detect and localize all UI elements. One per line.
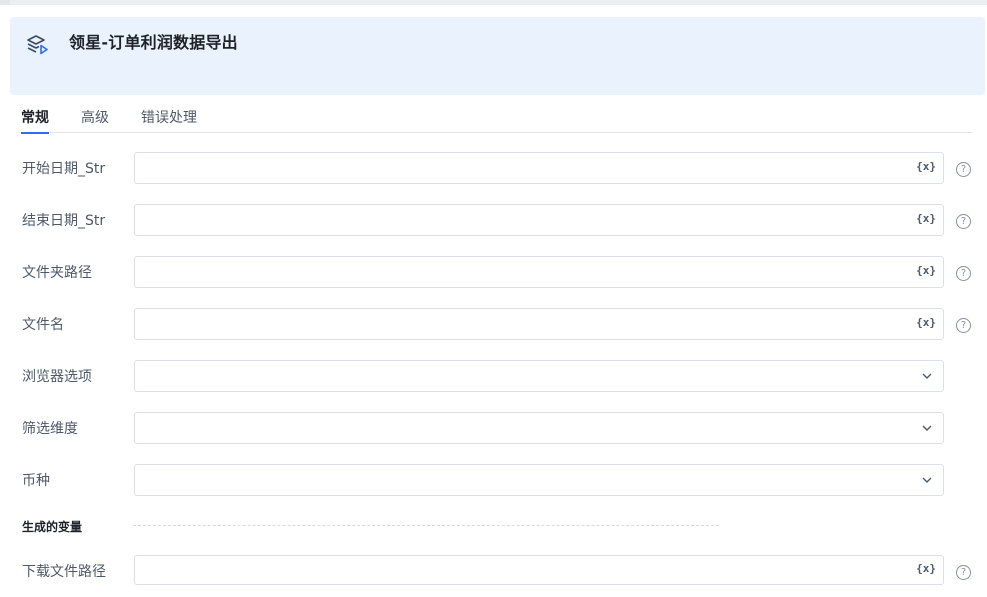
chevron-down-icon: [922, 425, 932, 431]
browser-option-label: 浏览器选项: [22, 369, 92, 385]
chevron-down-icon: [922, 373, 932, 379]
end-date-input[interactable]: {x}: [134, 204, 944, 236]
tab-advanced[interactable]: 高级: [81, 107, 109, 133]
download-path-label: 下载文件路径: [22, 564, 106, 580]
help-icon[interactable]: ?: [956, 565, 971, 580]
insert-variable-button[interactable]: {x}: [916, 264, 936, 277]
header-banner: 领星-订单利润数据导出: [10, 17, 985, 95]
help-icon[interactable]: ?: [956, 214, 971, 229]
help-icon[interactable]: ?: [956, 266, 971, 281]
folder-path-input[interactable]: {x}: [134, 256, 944, 288]
insert-variable-button[interactable]: {x}: [916, 562, 936, 575]
end-date-label: 结束日期_Str: [22, 213, 106, 229]
folder-path-label: 文件夹路径: [22, 265, 92, 281]
download-path-input[interactable]: {x}: [134, 555, 944, 585]
page-title: 领星-订单利润数据导出: [69, 33, 238, 52]
top-strip-inner: [10, 0, 987, 5]
tab-general[interactable]: 常规: [21, 107, 49, 134]
file-name-input[interactable]: {x}: [134, 308, 944, 340]
top-strip: [0, 0, 987, 5]
help-icon[interactable]: ?: [956, 318, 971, 333]
currency-label: 币种: [22, 473, 50, 489]
box-play-icon: [24, 32, 50, 58]
currency-select[interactable]: [134, 464, 944, 496]
insert-variable-button[interactable]: {x}: [916, 316, 936, 329]
output-section-label: 生成的变量: [22, 520, 83, 534]
filter-dimension-select[interactable]: [134, 412, 944, 444]
tab-error-handling[interactable]: 错误处理: [141, 107, 197, 133]
browser-option-select[interactable]: [134, 360, 944, 392]
insert-variable-button[interactable]: {x}: [916, 212, 936, 225]
chevron-down-icon: [922, 477, 932, 483]
filter-dimension-label: 筛选维度: [22, 421, 78, 437]
section-divider: [133, 525, 719, 526]
start-date-input[interactable]: {x}: [134, 152, 944, 184]
insert-variable-button[interactable]: {x}: [916, 160, 936, 173]
file-name-label: 文件名: [22, 317, 64, 333]
tab-bar: 常规 高级 错误处理: [21, 104, 973, 134]
start-date-label: 开始日期_Str: [22, 161, 106, 177]
help-icon[interactable]: ?: [956, 162, 971, 177]
